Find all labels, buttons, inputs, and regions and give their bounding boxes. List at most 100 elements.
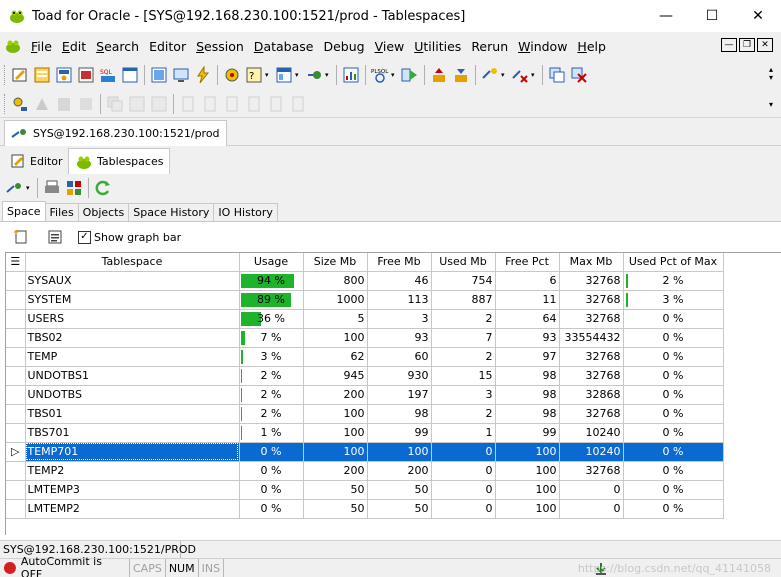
menu-help[interactable]: Help bbox=[572, 39, 611, 54]
row-indicator[interactable] bbox=[6, 385, 26, 405]
row-indicator[interactable] bbox=[6, 290, 26, 310]
cell-size-mb[interactable]: 945 bbox=[303, 366, 368, 386]
tuning-icon[interactable] bbox=[221, 64, 243, 86]
cell-size-mb[interactable]: 800 bbox=[303, 271, 368, 291]
refresh-icon[interactable] bbox=[92, 177, 114, 199]
autocommit-status[interactable]: AutoCommit is OFF bbox=[0, 555, 130, 577]
cell-tablespace[interactable]: USERS bbox=[25, 309, 240, 329]
session-settings-icon[interactable] bbox=[9, 93, 31, 115]
connection-tab[interactable]: SYS@192.168.230.100:1521/prod bbox=[4, 120, 227, 146]
table-row[interactable]: LMTEMP3 0 % 50 50 0 100 0 0 % bbox=[6, 480, 724, 500]
cell-used-pct-of-max[interactable]: 0 % bbox=[623, 309, 724, 329]
mdi-minimize-button[interactable]: — bbox=[721, 38, 737, 52]
cell-free-mb[interactable]: 98 bbox=[367, 404, 432, 424]
cell-used-mb[interactable]: 0 bbox=[431, 461, 496, 481]
rollback-icon[interactable] bbox=[568, 64, 590, 86]
mdi-close-button[interactable]: ✕ bbox=[757, 38, 773, 52]
schema-browser-icon[interactable] bbox=[31, 64, 53, 86]
cell-size-mb[interactable]: 62 bbox=[303, 347, 368, 367]
cell-free-pct[interactable]: 98 bbox=[495, 404, 560, 424]
run-icon[interactable] bbox=[399, 64, 421, 86]
row-indicator[interactable]: ▷ bbox=[6, 442, 26, 462]
row-indicator[interactable] bbox=[6, 461, 26, 481]
cell-used-pct-of-max[interactable]: 0 % bbox=[623, 366, 724, 386]
cell-free-pct[interactable]: 98 bbox=[495, 385, 560, 405]
close-button[interactable]: ✕ bbox=[735, 0, 781, 32]
cell-size-mb[interactable]: 50 bbox=[303, 480, 368, 500]
cell-tablespace[interactable]: TBS701 bbox=[25, 423, 240, 443]
sql-icon[interactable]: SQL bbox=[97, 64, 119, 86]
table-row[interactable]: TBS701 1 % 100 99 1 99 10240 0 % bbox=[6, 423, 724, 443]
cell-used-mb[interactable]: 887 bbox=[431, 290, 496, 310]
cell-tablespace[interactable]: TBS01 bbox=[25, 404, 240, 424]
grid-options-icon[interactable] bbox=[63, 177, 85, 199]
cell-used-mb[interactable]: 0 bbox=[431, 480, 496, 500]
toad-menu-icon[interactable] bbox=[4, 37, 22, 55]
tablespaces-grid[interactable]: ☰ Tablespace Usage Size Mb Free Mb Used … bbox=[5, 252, 781, 535]
row-indicator[interactable] bbox=[6, 347, 26, 367]
cell-usage[interactable]: 36 % bbox=[239, 309, 304, 329]
cell-max-mb[interactable]: 32768 bbox=[559, 461, 624, 481]
header-free-pct[interactable]: Free Pct bbox=[495, 253, 560, 272]
header-size-mb[interactable]: Size Mb bbox=[303, 253, 368, 272]
tab-space[interactable]: Space bbox=[2, 201, 46, 221]
menu-debug[interactable]: Debug bbox=[318, 39, 369, 54]
connect-icon[interactable] bbox=[303, 64, 325, 86]
cell-max-mb[interactable]: 33554432 bbox=[559, 328, 624, 348]
cell-free-mb[interactable]: 200 bbox=[367, 461, 432, 481]
cell-used-mb[interactable]: 1 bbox=[431, 423, 496, 443]
cell-usage[interactable]: 2 % bbox=[239, 366, 304, 386]
cell-usage[interactable]: 0 % bbox=[239, 480, 304, 500]
cell-size-mb[interactable]: 5 bbox=[303, 309, 368, 329]
cell-max-mb[interactable]: 10240 bbox=[559, 442, 624, 462]
menu-window[interactable]: Window bbox=[513, 39, 572, 54]
cell-used-mb[interactable]: 15 bbox=[431, 366, 496, 386]
row-indicator[interactable] bbox=[6, 309, 26, 329]
sql-modeler-icon[interactable] bbox=[53, 64, 75, 86]
menu-edit[interactable]: Edit bbox=[57, 39, 91, 54]
cell-max-mb[interactable]: 10240 bbox=[559, 423, 624, 443]
tablespace-script-icon[interactable] bbox=[44, 226, 66, 248]
cell-tablespace[interactable]: UNDOTBS1 bbox=[25, 366, 240, 386]
cell-free-mb[interactable]: 930 bbox=[367, 366, 432, 386]
cell-usage[interactable]: 94 % bbox=[239, 271, 304, 291]
cell-free-mb[interactable]: 100 bbox=[367, 442, 432, 462]
session-browser-icon[interactable] bbox=[148, 64, 170, 86]
header-usage[interactable]: Usage bbox=[239, 253, 304, 272]
cell-max-mb[interactable]: 32768 bbox=[559, 309, 624, 329]
menu-session[interactable]: Session bbox=[191, 39, 249, 54]
connection-select-icon[interactable] bbox=[4, 177, 26, 199]
cell-usage[interactable]: 89 % bbox=[239, 290, 304, 310]
header-max-mb[interactable]: Max Mb bbox=[559, 253, 624, 272]
cell-max-mb[interactable]: 32768 bbox=[559, 404, 624, 424]
cell-used-pct-of-max[interactable]: 0 % bbox=[623, 385, 724, 405]
row-indicator[interactable] bbox=[6, 480, 26, 500]
connection-dropdown-icon[interactable]: ▾ bbox=[26, 184, 34, 192]
cell-free-mb[interactable]: 46 bbox=[367, 271, 432, 291]
cell-used-mb[interactable]: 754 bbox=[431, 271, 496, 291]
menu-utilities[interactable]: Utilities bbox=[409, 39, 466, 54]
tab-files[interactable]: Files bbox=[44, 203, 79, 221]
import-icon[interactable] bbox=[450, 64, 472, 86]
tab-editor[interactable]: Editor bbox=[4, 148, 69, 174]
cell-used-pct-of-max[interactable]: 0 % bbox=[623, 328, 724, 348]
row-indicator[interactable] bbox=[6, 271, 26, 291]
cell-usage[interactable]: 7 % bbox=[239, 328, 304, 348]
row-indicator[interactable] bbox=[6, 499, 26, 519]
cell-free-pct[interactable]: 98 bbox=[495, 366, 560, 386]
column-chooser-icon[interactable]: ☰ bbox=[6, 253, 26, 272]
disconnect-icon[interactable] bbox=[509, 64, 531, 86]
cell-used-pct-of-max[interactable]: 2 % bbox=[623, 271, 724, 291]
cell-size-mb[interactable]: 200 bbox=[303, 461, 368, 481]
cell-max-mb[interactable]: 32768 bbox=[559, 271, 624, 291]
header-tablespace[interactable]: Tablespace bbox=[25, 253, 240, 272]
cell-free-mb[interactable]: 50 bbox=[367, 480, 432, 500]
cell-tablespace[interactable]: TEMP701 bbox=[25, 442, 240, 462]
cell-used-pct-of-max[interactable]: 0 % bbox=[623, 461, 724, 481]
cell-used-pct-of-max[interactable]: 0 % bbox=[623, 480, 724, 500]
table-row[interactable]: SYSAUX 94 % 800 46 754 6 32768 2 % bbox=[6, 271, 724, 291]
show-graph-bar-checkbox[interactable]: ✓ Show graph bar bbox=[78, 230, 181, 244]
cell-max-mb[interactable]: 0 bbox=[559, 499, 624, 519]
menu-rerun[interactable]: Rerun bbox=[466, 39, 513, 54]
cell-used-pct-of-max[interactable]: 0 % bbox=[623, 442, 724, 462]
